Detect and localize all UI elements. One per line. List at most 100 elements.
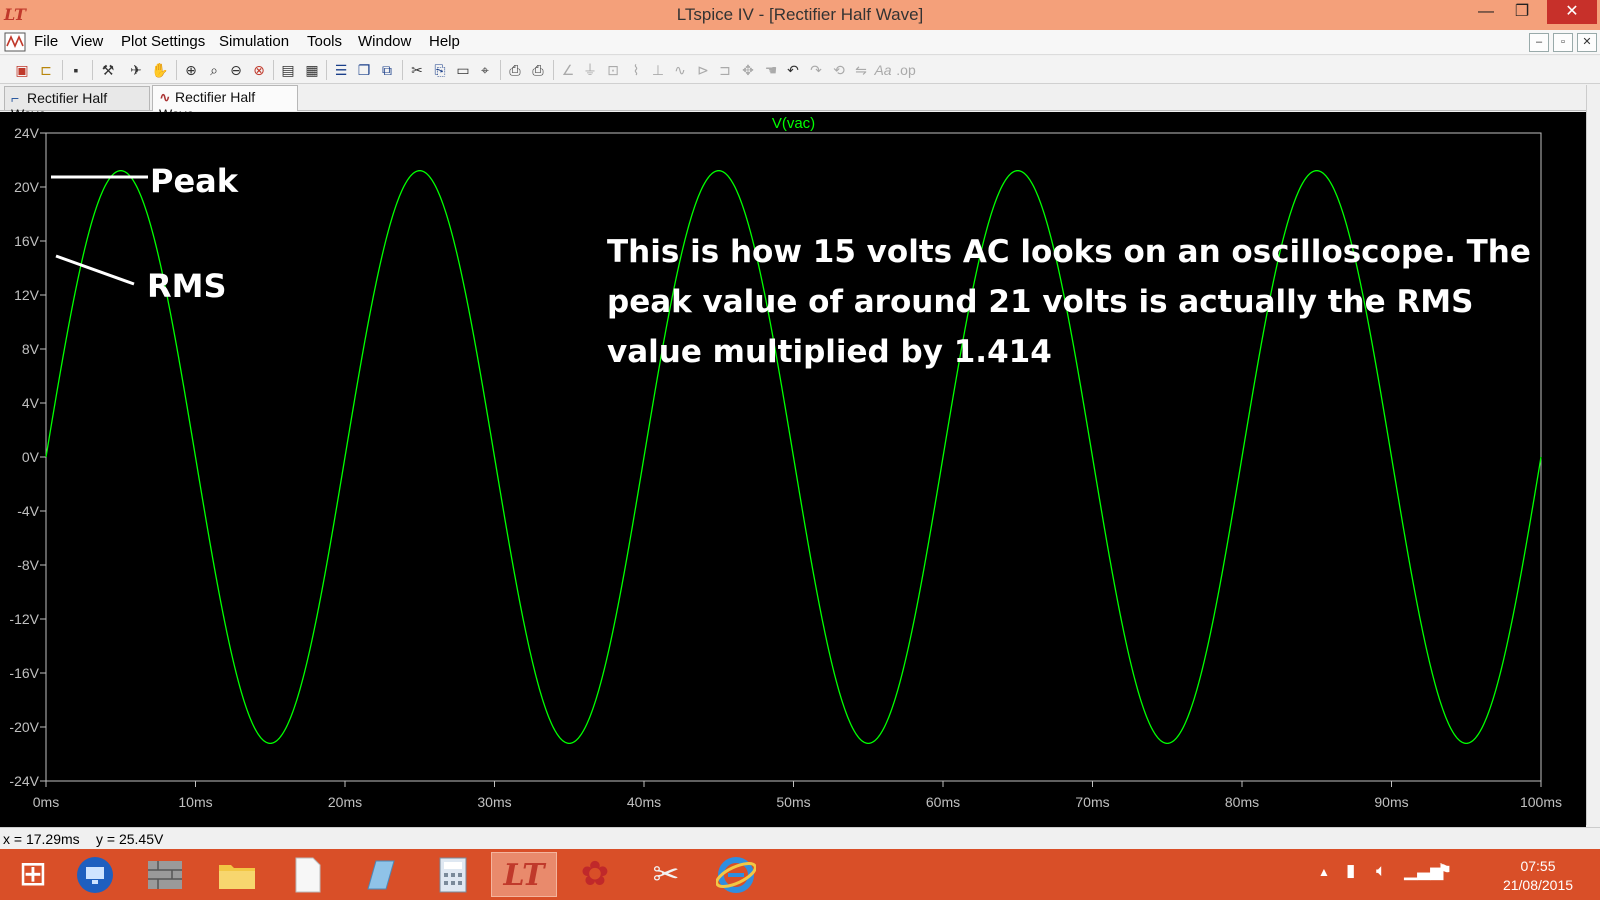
cursor-x-readout: x = 17.29ms <box>3 831 80 847</box>
mdi-close-button[interactable]: ✕ <box>1577 33 1597 52</box>
run-icon[interactable]: ✈ <box>126 60 146 80</box>
snipping-tool-icon[interactable]: ✂ <box>633 852 699 897</box>
find-icon[interactable]: ⌖ <box>475 60 495 80</box>
undo-icon[interactable]: ↶ <box>783 60 803 80</box>
firewall-icon[interactable] <box>132 852 198 897</box>
calculator-icon[interactable] <box>420 852 486 897</box>
game-app-icon[interactable]: ✿ <box>562 852 628 897</box>
open-icon[interactable]: ⊏ <box>36 60 56 80</box>
y-tick-label: -12V <box>9 611 39 627</box>
waveform-plot[interactable]: 24V 20V 16V 12V 8V 4V 0V -4V -8V -12V -16V -20V -24V… <box>0 112 1586 827</box>
zoom-area-icon[interactable]: ⌕ <box>204 60 224 80</box>
new-schematic-icon[interactable]: ▣ <box>12 60 32 80</box>
x-tick-label: 10ms <box>178 794 212 810</box>
show-hidden-icons-icon[interactable]: ▲ <box>1318 865 1330 879</box>
x-tick-label: 20ms <box>328 794 362 810</box>
label-net-icon[interactable]: ⊡ <box>603 60 623 80</box>
battery-icon[interactable]: ▮ <box>1346 861 1355 881</box>
component-icon[interactable]: ⊐ <box>715 60 735 80</box>
menu-bar: File View Plot Settings Simulation Tools… <box>0 30 1600 55</box>
copy-icon[interactable]: ⎘ <box>430 60 450 80</box>
autorange-icon[interactable]: ▤ <box>278 60 298 80</box>
wire-icon[interactable]: ∠ <box>558 60 578 80</box>
blank-document-icon[interactable] <box>275 852 341 897</box>
toolbar-separator <box>402 60 403 80</box>
title-bar: LT LTspice IV - [Rectifier Half Wave] — … <box>0 0 1600 30</box>
cursor-y-readout: y = 25.45V <box>96 831 164 847</box>
internet-explorer-icon[interactable] <box>703 852 769 897</box>
menu-file[interactable]: File <box>34 33 58 50</box>
start-windows-icon[interactable]: ⊞ <box>0 852 66 897</box>
menu-window[interactable]: Window <box>358 33 411 50</box>
right-edge-panel <box>1586 85 1600 825</box>
move-icon[interactable]: ✥ <box>738 60 758 80</box>
drag-icon[interactable]: ☚ <box>761 60 781 80</box>
spice-directive-icon[interactable]: .op <box>896 60 916 80</box>
y-tick-label: 8V <box>22 341 40 357</box>
x-tick-label: 60ms <box>926 794 960 810</box>
trace-label: V(vac) <box>772 115 815 132</box>
toolbar-separator <box>273 60 274 80</box>
control-panel-icon[interactable]: ⚒ <box>98 60 118 80</box>
minimize-button[interactable]: — <box>1469 0 1503 24</box>
toolbar-separator <box>326 60 327 80</box>
print-preview-icon[interactable]: ⎙ <box>505 60 525 80</box>
tile-vertical-icon[interactable]: ⧉ <box>377 60 397 80</box>
remote-desktop-icon[interactable] <box>62 852 128 897</box>
paste-icon[interactable]: ▭ <box>453 60 473 80</box>
action-center-flag-icon[interactable]: ⚑ <box>1437 861 1452 881</box>
x-tick-label: 70ms <box>1075 794 1109 810</box>
clock-time: 07:55 <box>1520 858 1556 874</box>
ltspice-taskbar-icon[interactable]: LT <box>491 852 557 897</box>
zoom-fit-icon[interactable]: ⊗ <box>249 60 269 80</box>
inductor-icon[interactable]: ∿ <box>670 60 690 80</box>
system-clock[interactable]: 07:55 21/08/2015 <box>1500 857 1576 895</box>
save-icon[interactable]: ▪ <box>66 60 86 80</box>
maximize-button[interactable]: ❐ <box>1505 0 1539 24</box>
diode-icon[interactable]: ⊳ <box>693 60 713 80</box>
close-button[interactable]: ✕ <box>1547 0 1597 24</box>
rms-pointer-line <box>55 254 135 286</box>
notes-app-icon[interactable] <box>347 852 413 897</box>
volume-icon[interactable]: 🔈︎ <box>1376 861 1386 881</box>
redo-icon[interactable]: ↷ <box>806 60 826 80</box>
status-bar: x = 17.29ms y = 25.45V <box>0 827 1600 849</box>
y-tick-label: -20V <box>9 719 39 735</box>
waveform-window-icon[interactable] <box>4 32 26 52</box>
cascade-icon[interactable]: ❐ <box>354 60 374 80</box>
x-tick-label: 90ms <box>1374 794 1408 810</box>
tile-horizontal-icon[interactable]: ☰ <box>331 60 351 80</box>
y-tick-label: 4V <box>22 395 40 411</box>
x-tick-label: 50ms <box>776 794 810 810</box>
capacitor-icon[interactable]: ⊥ <box>648 60 668 80</box>
menu-help[interactable]: Help <box>429 33 460 50</box>
menu-tools[interactable]: Tools <box>307 33 342 50</box>
file-explorer-icon[interactable] <box>204 852 270 897</box>
menu-view[interactable]: View <box>71 33 103 50</box>
tab-waveform[interactable]: ∿Rectifier Half Wave <box>152 85 298 122</box>
rotate-icon[interactable]: ⟲ <box>829 60 849 80</box>
fit-plot-icon[interactable]: ▦ <box>302 60 322 80</box>
cut-icon[interactable]: ✂ <box>407 60 427 80</box>
mdi-minimize-button[interactable]: – <box>1529 33 1549 52</box>
toolbar: ▣ ⊏ ▪ ⚒ ✈ ✋ ⊕ ⌕ ⊖ ⊗ ▤ ▦ ☰ ❐ ⧉ ✂ ⎘ ▭ ⌖ ⎙ … <box>0 56 1600 84</box>
tab-schematic[interactable]: ⌐Rectifier Half Wave <box>4 86 150 122</box>
ground-icon[interactable]: ⏚ <box>580 60 600 80</box>
mdi-restore-button[interactable]: ▫ <box>1553 33 1573 52</box>
menu-plot-settings[interactable]: Plot Settings <box>121 33 205 50</box>
zoom-out-icon[interactable]: ⊖ <box>226 60 246 80</box>
y-tick-label: 24V <box>14 125 40 141</box>
print-icon[interactable]: ⎙ <box>528 60 548 80</box>
explanation-annotation: This is how 15 volts AC looks on an osci… <box>607 234 1531 370</box>
document-tabs: ⌐Rectifier Half Wave ∿Rectifier Half Wav… <box>0 85 1600 122</box>
mirror-icon[interactable]: ⇋ <box>851 60 871 80</box>
text-icon[interactable]: Aa <box>873 60 893 80</box>
menu-simulation[interactable]: Simulation <box>219 33 289 50</box>
y-tick-label: -24V <box>9 773 39 789</box>
halt-icon[interactable]: ✋ <box>150 60 170 80</box>
y-tick-label: 0V <box>22 449 40 465</box>
x-tick-label: 100ms <box>1520 794 1562 810</box>
zoom-in-icon[interactable]: ⊕ <box>181 60 201 80</box>
waveform-chart[interactable]: 24V 20V 16V 12V 8V 4V 0V -4V -8V -12V -16V -20V -24V… <box>0 112 1586 827</box>
resistor-icon[interactable]: ⌇ <box>626 60 646 80</box>
